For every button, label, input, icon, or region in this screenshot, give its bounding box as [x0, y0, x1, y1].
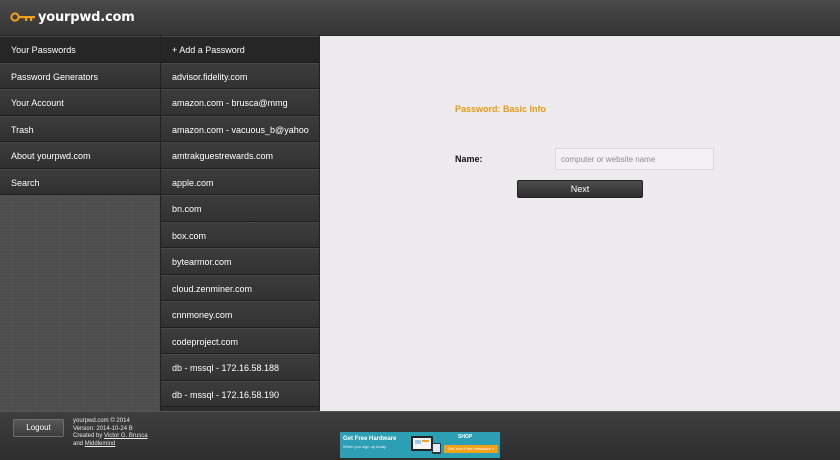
- nav-item-trash[interactable]: Trash: [0, 115, 160, 142]
- logout-button[interactable]: Logout: [13, 419, 64, 437]
- nav-item-your-passwords[interactable]: Your Passwords: [0, 36, 160, 63]
- password-list-item[interactable]: bytearmor.com: [161, 248, 319, 275]
- password-list-item[interactable]: advisor.fidelity.com: [161, 62, 319, 89]
- main-nav: Your Passwords Password Generators Your …: [0, 36, 160, 411]
- add-password-button[interactable]: + Add a Password: [161, 36, 319, 63]
- tablet-icon: [411, 436, 441, 454]
- password-list-item[interactable]: box.com: [161, 221, 319, 248]
- ad-cta-button[interactable]: Get Your Free Hardware »: [444, 445, 498, 453]
- app-header: yourpwd.com: [0, 0, 840, 36]
- ad-title: Get Free Hardware: [343, 436, 397, 442]
- and-text: and: [73, 440, 84, 447]
- nav-item-search[interactable]: Search: [0, 168, 160, 195]
- author-link[interactable]: Victor G. Brusca: [104, 433, 148, 439]
- ad-brand: SHOP: [458, 434, 473, 440]
- footer-credits: yourpwd.com © 2014 Version: 2014-10-24 B…: [73, 418, 148, 448]
- nav-item-password-generators[interactable]: Password Generators: [0, 62, 160, 89]
- password-list-item[interactable]: db - mssql - 172.16.58.190: [161, 380, 319, 407]
- version-text: Version: 2014-10-24 B: [73, 425, 133, 432]
- password-list-item[interactable]: bn.com: [161, 195, 319, 222]
- password-list-item[interactable]: db - mssql - 172.16.58.188: [161, 354, 319, 381]
- company-line: and Middlemind: [73, 441, 148, 449]
- name-label: Name:: [455, 154, 483, 164]
- password-list-item[interactable]: codeproject.com: [161, 327, 319, 354]
- ad-banner[interactable]: Get Free Hardware When you sign up today…: [340, 432, 500, 458]
- password-list-item[interactable]: cloud.zenminer.com: [161, 274, 319, 301]
- copyright-text: yourpwd.com © 2014: [73, 418, 130, 424]
- main-content: Password: Basic Info Name: Next: [320, 36, 840, 411]
- nav-item-about[interactable]: About yourpwd.com: [0, 142, 160, 169]
- footer: Logout yourpwd.com © 2014 Version: 2014-…: [0, 411, 840, 460]
- created-by-line: Created by Victor G. Brusca: [73, 433, 148, 441]
- logo[interactable]: yourpwd.com: [10, 8, 135, 26]
- password-list-item[interactable]: amazon.com - vacuous_b@yahoo: [161, 115, 319, 142]
- name-input[interactable]: [555, 148, 714, 170]
- password-list-item[interactable]: amazon.com - brusca@mmg: [161, 89, 319, 116]
- nav-item-your-account[interactable]: Your Account: [0, 89, 160, 116]
- password-list[interactable]: + Add a Password advisor.fidelity.com am…: [160, 36, 320, 411]
- logo-text: yourpwd.com: [38, 9, 135, 25]
- next-button[interactable]: Next: [517, 180, 643, 198]
- password-list-item[interactable]: cnnmoney.com: [161, 301, 319, 328]
- password-list-item[interactable]: apple.com: [161, 168, 319, 195]
- created-by-prefix: Created by: [73, 433, 103, 439]
- section-title: Password: Basic Info: [455, 104, 547, 114]
- password-list-item[interactable]: amtrakguestrewards.com: [161, 142, 319, 169]
- company-link[interactable]: Middlemind: [85, 441, 116, 447]
- ad-subtitle: When you sign up today.: [343, 444, 387, 449]
- key-icon: [10, 12, 35, 22]
